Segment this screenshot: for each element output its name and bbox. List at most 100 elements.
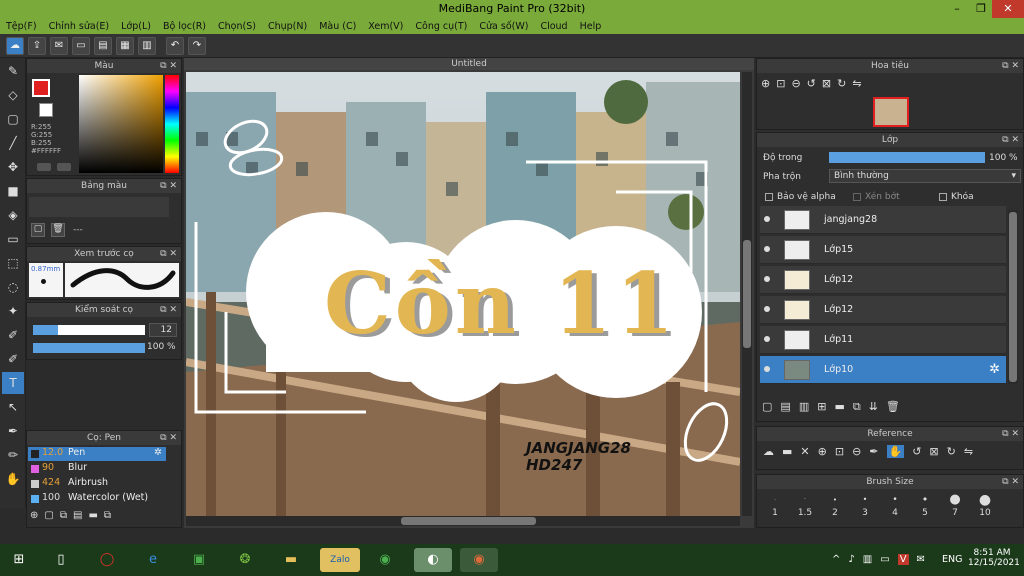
- select-eraser-icon[interactable]: ✐: [2, 348, 24, 370]
- pen-tool-icon[interactable]: ✏: [2, 444, 24, 466]
- brush-size-preset[interactable]: • 5: [910, 492, 940, 518]
- chat-icon[interactable]: ▭: [72, 36, 90, 55]
- brush-item[interactable]: 100 Watercolor (Wet): [28, 492, 166, 506]
- zoom-out-icon[interactable]: ⊖: [791, 77, 800, 90]
- fit-icon[interactable]: ⊡: [835, 445, 844, 458]
- lock-checkbox[interactable]: Khóa: [939, 192, 974, 202]
- duplicate-layer-icon[interactable]: ⧉: [853, 400, 861, 414]
- add-layer-dropdown-icon[interactable]: ⊞: [817, 400, 826, 414]
- undo-icon[interactable]: ↶: [166, 36, 184, 55]
- new-brush-icon[interactable]: ▢: [44, 510, 53, 526]
- chrome-icon[interactable]: ◉: [372, 548, 398, 572]
- select-rect-icon[interactable]: ⬚: [2, 252, 24, 274]
- cloud-icon[interactable]: ☁: [6, 36, 24, 55]
- rect-tool-icon[interactable]: ▢: [2, 108, 24, 130]
- rotate-right-icon[interactable]: ↻: [837, 77, 846, 90]
- visibility-icon[interactable]: [764, 246, 770, 252]
- redo-icon[interactable]: ↷: [188, 36, 206, 55]
- vivaldi-tray-icon[interactable]: V: [897, 554, 909, 565]
- menu-tools[interactable]: Công cụ(T): [415, 21, 467, 32]
- horizontal-scroll-thumb[interactable]: [401, 517, 536, 525]
- message-icon[interactable]: ✉: [917, 554, 925, 565]
- comment-icon[interactable]: ✉: [50, 36, 68, 55]
- clipping-checkbox[interactable]: Xén bớt: [853, 192, 900, 202]
- eyedropper-icon[interactable]: ✒: [2, 420, 24, 442]
- store-icon[interactable]: ▣: [186, 548, 212, 572]
- fit-icon[interactable]: ⊡: [776, 77, 785, 90]
- brush-tool-icon[interactable]: ✎: [2, 60, 24, 82]
- move-tool-icon[interactable]: ✥: [2, 156, 24, 178]
- minimize-button[interactable]: –: [944, 0, 970, 18]
- secondary-color-swatch[interactable]: [39, 103, 53, 117]
- delete-palette-icon[interactable]: 🗑: [51, 223, 65, 237]
- gear-icon[interactable]: ✲: [154, 447, 162, 458]
- brush-size-value[interactable]: 12: [149, 323, 177, 337]
- gradient-tool-icon[interactable]: ▭: [2, 228, 24, 250]
- menu-color[interactable]: Màu (C): [319, 21, 356, 32]
- menu-file[interactable]: Tệp(F): [6, 21, 37, 32]
- zoom-in-icon[interactable]: ⊕: [761, 77, 770, 90]
- duplicate-icon[interactable]: ⧉: [104, 510, 111, 526]
- layer-row[interactable]: Lớp12: [760, 266, 1006, 294]
- zoom-in-icon[interactable]: ⊕: [818, 445, 827, 458]
- brush-item[interactable]: 12.0 Pen ✲: [28, 447, 166, 461]
- brush-item[interactable]: 90 Blur: [28, 462, 166, 476]
- flip-icon[interactable]: ⇋: [964, 445, 973, 458]
- magic-wand-icon[interactable]: ✦: [2, 300, 24, 322]
- maximize-button[interactable]: ❐: [968, 0, 994, 18]
- share-icon[interactable]: ⇪: [28, 36, 46, 55]
- panel-close-icon[interactable]: ⧉ ✕: [160, 431, 177, 445]
- visibility-icon[interactable]: [764, 306, 770, 312]
- panel-close-icon[interactable]: ⧉ ✕: [160, 59, 177, 73]
- operation-tool-icon[interactable]: ↖: [2, 396, 24, 418]
- chrome-profile-icon[interactable]: ◉: [460, 548, 498, 572]
- panel-close-icon[interactable]: ⧉ ✕: [160, 303, 177, 317]
- brush-item[interactable]: 424 Airbrush: [28, 477, 166, 491]
- vertical-scrollbar[interactable]: [742, 72, 752, 516]
- menu-view[interactable]: Xem(V): [368, 21, 403, 32]
- primary-color-swatch[interactable]: [32, 79, 50, 97]
- layer-row-selected[interactable]: Lớp10 ✲: [760, 356, 1006, 384]
- delete-layer-icon[interactable]: 🗑: [886, 400, 900, 414]
- visibility-icon[interactable]: [764, 366, 770, 372]
- brush-size-preset[interactable]: • 2: [820, 492, 850, 518]
- visibility-icon[interactable]: [764, 336, 770, 342]
- edit-brush-icon[interactable]: ▤: [73, 510, 82, 526]
- eraser-tool-icon[interactable]: ◇: [2, 84, 24, 106]
- reset-rotation-icon[interactable]: ⊠: [822, 77, 831, 90]
- zalo-icon[interactable]: Zalo: [320, 548, 360, 572]
- layer-scroll-thumb[interactable]: [1009, 212, 1017, 382]
- folder-icon[interactable]: ▬: [88, 510, 97, 526]
- panel-close-icon[interactable]: ⧉ ✕: [1002, 427, 1019, 441]
- brush-size-preset[interactable]: • 3: [850, 492, 880, 518]
- layer-row[interactable]: jangjang28: [760, 206, 1006, 234]
- panel-close-icon[interactable]: ⧉ ✕: [160, 179, 177, 193]
- horizontal-scrollbar[interactable]: [186, 516, 740, 526]
- select-pen-icon[interactable]: ✐: [2, 324, 24, 346]
- menu-filter[interactable]: Bộ lọc(R): [163, 21, 206, 32]
- layer-row[interactable]: Lớp15: [760, 236, 1006, 264]
- network-icon[interactable]: ▥: [863, 554, 872, 565]
- panel-close-icon[interactable]: ⧉ ✕: [1002, 133, 1019, 147]
- new-halftone-layer-icon[interactable]: ▤: [780, 400, 790, 414]
- cloud-open-icon[interactable]: ☁: [763, 445, 774, 458]
- brush-size-preset[interactable]: ● 7: [940, 492, 970, 518]
- rotate-right-icon[interactable]: ↻: [947, 445, 956, 458]
- layer-opacity-slider[interactable]: [829, 152, 985, 163]
- saturation-value-picker[interactable]: [79, 75, 163, 173]
- new-palette-icon[interactable]: ▢: [31, 223, 45, 237]
- menu-window[interactable]: Cửa số(W): [479, 21, 528, 32]
- navigator-thumbnail[interactable]: [873, 97, 909, 127]
- layer-scrollbar[interactable]: [1008, 210, 1018, 384]
- line-tool-icon[interactable]: ╱: [2, 132, 24, 154]
- volume-icon[interactable]: ♪: [848, 554, 854, 565]
- close-reference-icon[interactable]: ✕: [800, 445, 809, 458]
- brush-size-preset[interactable]: · 1.5: [790, 492, 820, 518]
- hand-icon[interactable]: ✋: [886, 445, 905, 458]
- menu-cloud[interactable]: Cloud: [540, 21, 567, 32]
- reset-icon[interactable]: ⊠: [929, 445, 938, 458]
- clock[interactable]: 8:51 AM 12/15/2021: [968, 548, 1020, 568]
- start-icon[interactable]: ⊞: [6, 548, 32, 572]
- battery-icon[interactable]: ▭: [880, 554, 889, 565]
- blend-mode-select[interactable]: Bình thường ▾: [829, 169, 1021, 183]
